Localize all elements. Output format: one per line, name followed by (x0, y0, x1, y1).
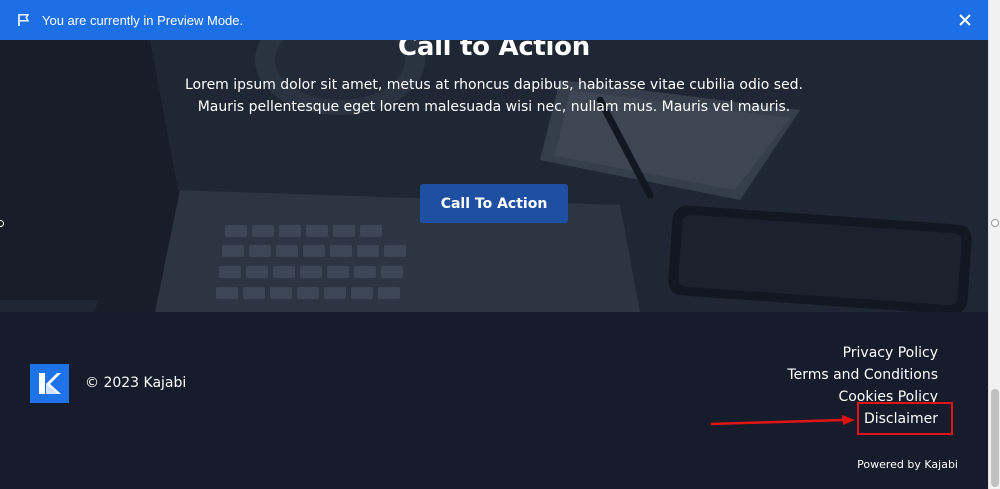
hero-body-line-2: Mauris pellentesque eget lorem malesuada… (197, 99, 791, 115)
scrollbar-marker-icon (991, 219, 999, 227)
close-icon[interactable] (958, 13, 972, 27)
hero-body-line-1: Lorem ipsum dolor sit amet, metus at rho… (185, 77, 803, 93)
footer: © 2023 Kajabi Privacy Policy Terms and C… (0, 312, 988, 489)
preview-mode-message: You are currently in Preview Mode. (42, 12, 244, 28)
preview-mode-bar: You are currently in Preview Mode. (0, 0, 988, 40)
hero-body-text: Lorem ipsum dolor sit amet, metus at rho… (0, 74, 988, 118)
red-arrow-icon (710, 415, 855, 426)
powered-by-kajabi[interactable]: Powered by Kajabi (857, 458, 958, 471)
scrollbar-thumb[interactable] (991, 389, 999, 487)
terms-and-conditions-link[interactable]: Terms and Conditions (787, 364, 938, 386)
call-to-action-button[interactable]: Call To Action (420, 184, 568, 223)
privacy-policy-link[interactable]: Privacy Policy (787, 342, 938, 364)
vertical-scrollbar[interactable] (988, 0, 1000, 489)
hero-section: Call to Action Lorem ipsum dolor sit ame… (0, 0, 988, 312)
disclaimer-highlight-box (857, 402, 953, 435)
flag-icon (18, 14, 30, 26)
kajabi-logo-icon (30, 364, 69, 403)
kajabi-logo[interactable] (30, 364, 69, 403)
copyright-text: © 2023 Kajabi (85, 375, 187, 391)
